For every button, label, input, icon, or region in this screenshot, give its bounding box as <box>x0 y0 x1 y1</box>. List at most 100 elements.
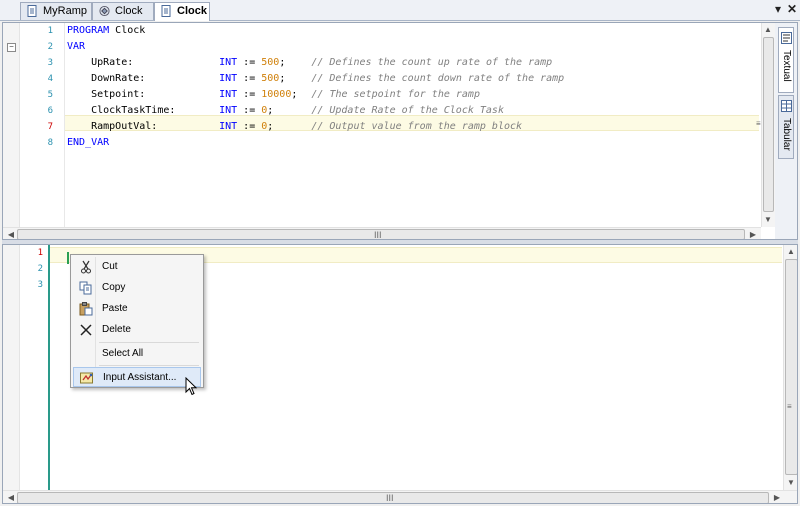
copy-icon <box>79 281 92 295</box>
scroll-thumb[interactable] <box>763 37 774 212</box>
scroll-right-arrow-icon[interactable]: ▶ <box>771 493 783 502</box>
declaration-horizontal-scrollbar[interactable]: ◀ III ▶ <box>3 227 761 240</box>
variable-name: UpRate: <box>91 57 134 68</box>
document-icon <box>27 5 37 17</box>
tabular-view-label: Tabular <box>781 118 792 151</box>
tab-clock-declaration[interactable]: Clock <box>154 2 210 21</box>
scroll-up-arrow-icon[interactable]: ▲ <box>762 25 774 34</box>
textual-view-tab[interactable]: Textual <box>778 27 794 93</box>
line-number: 7 <box>47 122 53 132</box>
variable-name: Setpoint: <box>91 89 146 100</box>
tab-label: Clock <box>115 5 143 17</box>
line-number: 6 <box>47 106 53 116</box>
line-number: 1 <box>47 26 53 36</box>
menu-item-input-assistant[interactable]: Input Assistant... <box>73 367 201 387</box>
assign-operator: := <box>237 105 262 116</box>
assign-operator: := <box>237 73 262 84</box>
tab-clock-pou[interactable]: Clock <box>92 2 154 20</box>
statement-end: ; <box>291 89 298 100</box>
initial-value: 10000 <box>261 89 292 100</box>
scroll-thumb[interactable]: III <box>17 492 769 503</box>
assign-operator: := <box>237 89 262 100</box>
code-comment: // Output value from the ramp block <box>311 121 523 132</box>
initial-value: 500 <box>261 57 280 68</box>
menu-item-label: Copy <box>102 282 126 293</box>
tab-list-dropdown[interactable]: ▾ <box>775 2 781 16</box>
assign-operator: := <box>237 121 262 132</box>
menu-separator <box>99 342 199 343</box>
code-keyword: PROGRAM <box>67 25 110 36</box>
declaration-editor[interactable]: − PROGRAM Clock VAR UpRate: INT := 500;// … <box>2 22 798 240</box>
variable-type: INT <box>219 89 238 100</box>
line-number: 8 <box>47 138 53 148</box>
implementation-horizontal-scrollbar[interactable]: ◀ III ▶ <box>3 490 797 503</box>
menu-item-label: Select All <box>102 348 144 359</box>
code-line[interactable]: END_VAR <box>67 135 109 151</box>
menu-item-label: Cut <box>102 261 118 272</box>
view-switcher: Textual Tabular <box>775 23 797 239</box>
tab-myramp[interactable]: MyRamp <box>20 2 92 20</box>
code-line[interactable]: DownRate: INT := 500; // Defines the count… <box>67 71 564 87</box>
input-assistant-icon <box>80 372 93 384</box>
variable-type: INT <box>219 57 238 68</box>
menu-item-cut[interactable]: Cut <box>73 257 201 277</box>
scroll-thumb[interactable] <box>785 259 797 475</box>
variable-type: INT <box>219 105 238 116</box>
code-line[interactable]: Setpoint: INT := 10000; // The setpoint fo… <box>67 87 480 103</box>
code-comment: // The setpoint for the ramp <box>311 89 480 100</box>
tabular-view-tab[interactable]: Tabular <box>778 95 794 159</box>
splitter-grip-icon: ≡ <box>787 402 792 411</box>
statement-end: ; <box>267 121 274 132</box>
editor-tab-bar: MyRamp Clock Clock ▾ ✕ <box>0 0 800 21</box>
scroll-grip: III <box>374 230 382 240</box>
scroll-up-arrow-icon[interactable]: ▲ <box>785 247 797 256</box>
paste-icon <box>79 302 93 316</box>
scroll-right-arrow-icon[interactable]: ▶ <box>747 230 759 239</box>
menu-item-select-all[interactable]: Select All <box>73 344 201 364</box>
statement-end: ; <box>279 73 286 84</box>
assign-operator: := <box>237 57 262 68</box>
scissors-icon <box>81 260 91 274</box>
code-comment: // Defines the count down rate of the ra… <box>311 73 565 84</box>
variable-name: DownRate: <box>91 73 146 84</box>
scroll-down-arrow-icon[interactable]: ▼ <box>785 478 797 487</box>
document-icon <box>161 5 171 17</box>
code-line[interactable]: VAR <box>67 39 85 55</box>
delete-x-icon <box>80 324 92 336</box>
code-line[interactable]: PROGRAM Clock <box>67 23 145 39</box>
mouse-pointer-icon <box>185 377 198 396</box>
menu-item-copy[interactable]: Copy <box>73 278 201 298</box>
table-view-icon <box>781 100 792 112</box>
scroll-down-arrow-icon[interactable]: ▼ <box>762 215 774 224</box>
code-comment: // Update Rate of the Clock Task <box>311 105 504 116</box>
line-number: 1 <box>37 248 43 258</box>
menu-item-label: Delete <box>102 324 131 335</box>
textual-view-label: Textual <box>781 50 792 82</box>
statement-end: ; <box>279 57 286 68</box>
text-caret <box>67 252 69 264</box>
line-number: 2 <box>47 42 53 52</box>
scroll-left-arrow-icon[interactable]: ◀ <box>5 230 17 239</box>
declaration-vertical-scrollbar[interactable]: ▲ ▼ <box>761 23 775 227</box>
code-line[interactable]: RampOutVal: INT := 0;// Output value from… <box>67 119 522 135</box>
implementation-vertical-scrollbar[interactable]: ▲ ▼ <box>783 245 797 490</box>
line-number: 5 <box>47 90 53 100</box>
code-line[interactable]: UpRate: INT := 500; // Defines the count u… <box>67 55 552 71</box>
variable-name: ClockTaskTime: <box>91 105 176 116</box>
scroll-left-arrow-icon[interactable]: ◀ <box>5 493 17 502</box>
close-editor-button[interactable]: ✕ <box>787 2 797 16</box>
code-comment: // Defines the count up rate of the ramp <box>311 57 553 68</box>
menu-item-paste[interactable]: Paste <box>73 299 201 319</box>
tab-label: Clock <box>177 5 207 17</box>
menu-item-delete[interactable]: Delete <box>73 320 201 340</box>
scroll-thumb[interactable]: III <box>17 229 745 240</box>
menu-separator <box>99 365 199 366</box>
code-keyword: VAR <box>67 41 86 52</box>
splitter-grip-icon: ≡ <box>756 119 761 128</box>
context-menu: Cut Copy Paste Delete Select All Input A… <box>70 254 204 388</box>
code-line[interactable]: ClockTaskTime: INT := 0;// Update Rate of… <box>67 103 504 119</box>
